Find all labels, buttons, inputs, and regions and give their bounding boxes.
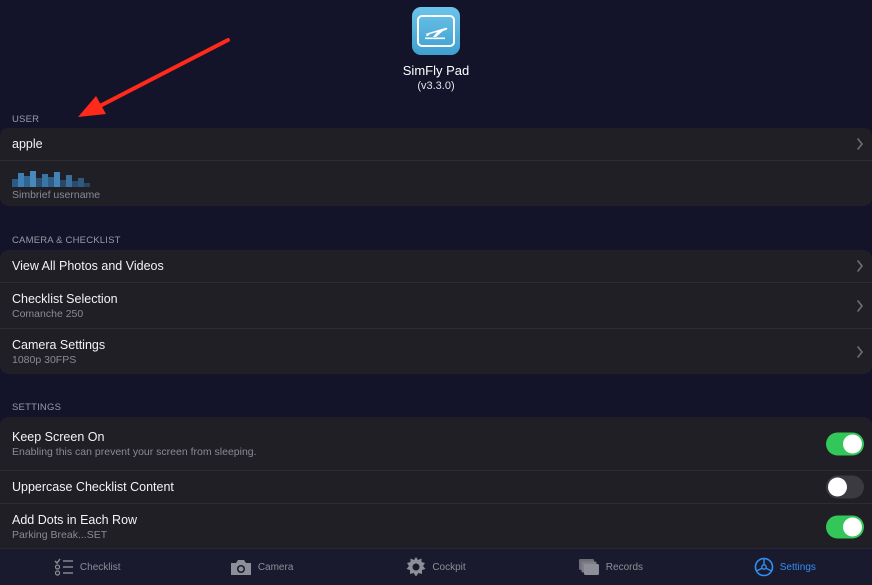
redacted-username [12,170,872,187]
checklist-selection-row[interactable]: Checklist Selection Comanche 250 [0,283,872,329]
checklist-selection-title: Checklist Selection [12,291,118,306]
tab-checklist-label: Checklist [79,561,121,573]
records-stack-icon [578,559,599,575]
uppercase-checklist-title: Uppercase Checklist Content [12,480,174,494]
camera-group: View All Photos and Videos Checklist Sel… [0,250,872,374]
tab-records-label: Records [605,561,644,573]
section-label-settings: SETTINGS [12,402,62,413]
camera-settings-row[interactable]: Camera Settings 1080p 30FPS [0,329,872,374]
airplane-departure-icon [417,15,455,47]
toggle-knob [843,517,862,537]
view-all-photos-title: View All Photos and Videos [12,259,164,273]
checklist-icon [54,558,73,576]
steering-wheel-icon [754,557,774,577]
tab-settings[interactable]: Settings [698,557,872,577]
tab-camera[interactable]: Camera [174,559,348,576]
add-dots-toggle[interactable] [826,515,864,539]
add-dots-title: Add Dots in Each Row [12,513,138,527]
tab-records[interactable]: Records [523,558,697,576]
section-label-camera: CAMERA & CHECKLIST [12,235,121,246]
section-label-user: USER [12,114,40,125]
settings-group: Keep Screen On Enabling this can prevent… [0,417,872,550]
app-icon [412,7,460,55]
user-group: apple Simbrief username [0,128,872,206]
tab-settings-label: Settings [779,561,816,573]
keep-screen-on-description: Enabling this can prevent your screen fr… [12,445,257,458]
gear-icon [406,557,426,577]
chevron-right-icon [857,260,864,272]
tab-bar: Checklist Camera Cockpit Records Setting… [0,548,872,585]
chevron-right-icon [857,138,864,150]
user-account-row[interactable]: apple [0,128,872,161]
toggle-knob [828,477,847,497]
uppercase-checklist-toggle[interactable] [826,475,864,499]
simbrief-username-label: Simbrief username [12,188,101,201]
app-name: SimFly Pad [402,63,470,78]
tab-cockpit-label: Cockpit [432,561,466,573]
keep-screen-on-title: Keep Screen On [12,429,105,444]
chevron-right-icon [857,299,864,312]
settings-screen: SimFly Pad (v3.3.0) USER apple Simbrief … [0,0,872,585]
tab-camera-label: Camera [257,561,294,573]
checklist-selection-value: Comanche 250 [12,307,84,320]
camera-icon [230,559,251,575]
tab-checklist[interactable]: Checklist [0,558,174,576]
uppercase-checklist-row: Uppercase Checklist Content [0,471,872,504]
app-header: SimFly Pad (v3.3.0) [0,7,872,92]
keep-screen-on-toggle[interactable] [826,432,864,455]
chevron-right-icon [857,345,864,358]
view-all-photos-row[interactable]: View All Photos and Videos [0,250,872,283]
add-dots-example: Parking Break...SET [12,529,108,541]
toggle-knob [843,434,862,453]
tab-cockpit[interactable]: Cockpit [349,557,523,577]
camera-settings-title: Camera Settings [12,337,106,352]
user-account-title: apple [12,137,43,151]
simbrief-username-row[interactable]: Simbrief username [0,161,872,206]
keep-screen-on-row: Keep Screen On Enabling this can prevent… [0,417,872,471]
add-dots-row: Add Dots in Each Row Parking Break...SET [0,504,872,550]
app-version: (v3.3.0) [417,80,455,92]
camera-settings-value: 1080p 30FPS [12,353,77,366]
